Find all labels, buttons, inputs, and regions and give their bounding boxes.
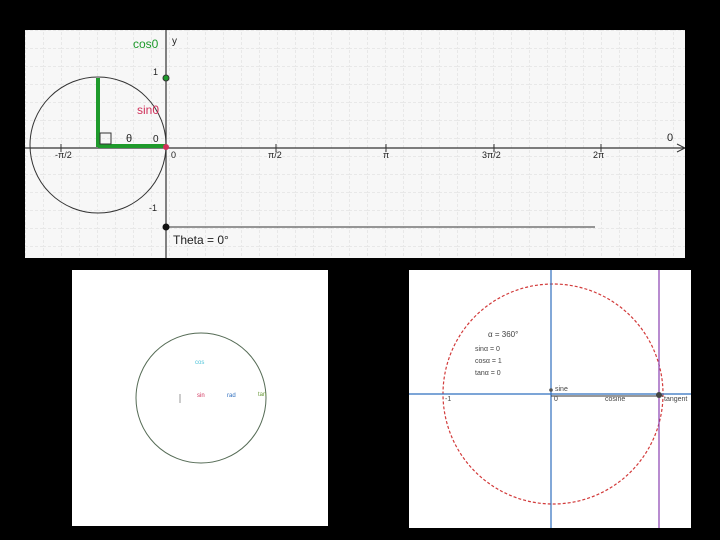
x-tick-label: π: [383, 150, 390, 160]
alpha-readout: α = 360°: [488, 330, 519, 339]
rad-tag: rad: [227, 393, 236, 399]
y-tick-1: 1: [153, 67, 159, 77]
angle-point[interactable]: [656, 392, 662, 398]
cos-readout: cosα = 1: [475, 358, 502, 365]
small-unit-circle-panel: cos sin rad tan: [72, 270, 328, 526]
theta-readout: Theta = 0°: [173, 233, 229, 247]
trig-circle-canvas: [409, 270, 691, 528]
x-tick-label: 0: [171, 150, 177, 160]
x-tick-label: π/2: [268, 150, 282, 160]
trig-circle-panel: α = 360° sinα = 0 cosα = 1 tanα = 0 -1 0…: [409, 270, 691, 528]
x-tick-label: -π/2: [55, 150, 72, 160]
y-axis-label: y: [172, 36, 177, 47]
origin-label: 0: [153, 134, 159, 145]
y-tick-neg1: -1: [149, 203, 158, 213]
sin-readout: sinα = 0: [475, 346, 500, 353]
theta-label: θ: [126, 133, 133, 145]
sin-tag: sin: [197, 393, 205, 399]
sin-label: sin0: [137, 103, 160, 117]
zero-label: 0: [554, 396, 558, 403]
center-point: [549, 388, 553, 392]
tan-readout: tanα = 0: [475, 370, 501, 377]
neg-one-label: -1: [445, 396, 452, 403]
theta-slider-handle[interactable]: [162, 223, 170, 231]
theta-axis-label: 0: [667, 132, 674, 144]
graph-canvas: [25, 30, 685, 258]
cos-label: cos0: [133, 37, 159, 51]
cos-tag: cos: [195, 360, 205, 366]
cosine-label: cosine: [605, 396, 626, 403]
x-tick-label: 3π/2: [482, 150, 501, 160]
origin-point: [163, 144, 169, 150]
unit-circle-graph-panel: cos0 y sin0 θ 0 0 1 -1 -π/2 0 π/2 π 3π/2…: [25, 30, 685, 258]
sine-label: sine: [555, 386, 568, 393]
tan-tag: tan: [258, 392, 267, 398]
tangent-label: tangent: [664, 396, 688, 403]
cos-point: [162, 74, 170, 82]
x-tick-label: 2π: [593, 150, 605, 160]
